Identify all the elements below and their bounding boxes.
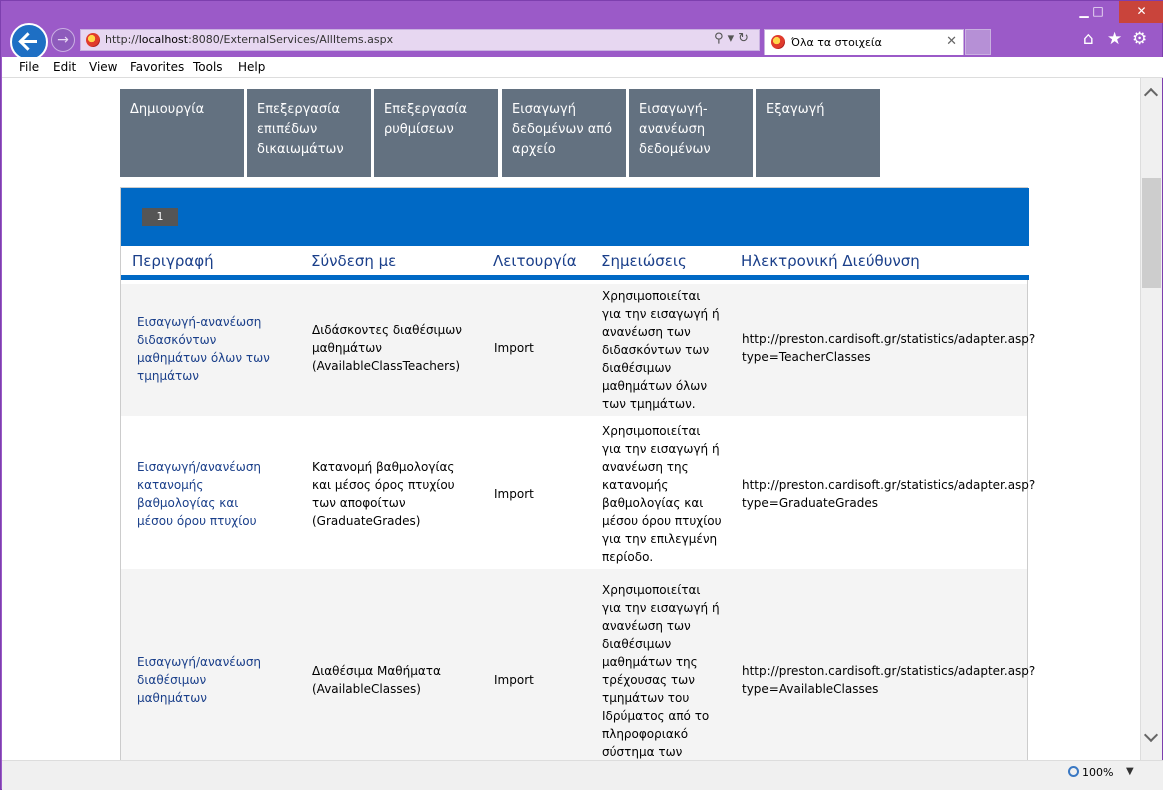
- scroll-thumb[interactable]: [1142, 178, 1161, 288]
- tile-export[interactable]: Εξαγωγή: [756, 89, 880, 177]
- row-description-link[interactable]: Εισαγωγή/ανανέωση διαθέσιμων μαθημάτων: [137, 653, 277, 707]
- menu-edit[interactable]: Edit: [53, 60, 76, 74]
- zoom-level[interactable]: 100%: [1068, 766, 1113, 779]
- vertical-scrollbar[interactable]: [1140, 78, 1162, 760]
- tab-close-icon[interactable]: ✕: [946, 34, 957, 49]
- url-path: :8080/ExternalServices/AllItems.aspx: [188, 33, 394, 46]
- row-description-link[interactable]: Εισαγωγή/ανανέωση κατανομής βαθμολογίας …: [137, 458, 277, 530]
- row-operation: Import: [494, 341, 534, 355]
- tile-create[interactable]: Δημιουργία: [120, 89, 244, 177]
- maximize-icon[interactable]: □: [1087, 1, 1109, 23]
- table-row: Εισαγωγή/ανανέωση διαθέσιμων μαθημάτων Δ…: [121, 569, 1036, 760]
- row-link: Διδάσκοντες διαθέσιμων μαθημάτων (Availa…: [312, 323, 463, 373]
- pager-bar: 1: [121, 188, 1029, 246]
- scroll-down-icon[interactable]: [1143, 727, 1159, 743]
- gear-icon[interactable]: ⚙: [1132, 29, 1147, 49]
- col-link[interactable]: Σύνδεση με: [311, 252, 396, 270]
- search-icon[interactable]: ⚲: [714, 31, 728, 46]
- row-operation: Import: [494, 673, 534, 687]
- tile-import-file[interactable]: Εισαγωγή δεδομένων από αρχείο: [502, 89, 626, 177]
- address-url[interactable]: http://localhost:8080/ExternalServices/A…: [105, 33, 393, 46]
- new-tab-button[interactable]: [965, 29, 991, 55]
- scroll-up-icon[interactable]: [1143, 87, 1159, 103]
- col-notes[interactable]: Σημειώσεις: [601, 252, 687, 270]
- zoom-value: 100%: [1082, 766, 1114, 779]
- site-favicon-icon: [86, 33, 100, 47]
- col-operation[interactable]: Λειτουργία: [493, 252, 577, 270]
- row-address: http://preston.cardisoft.gr/statistics/a…: [742, 332, 1036, 364]
- row-address: http://preston.cardisoft.gr/statistics/a…: [742, 664, 1036, 696]
- row-description-link[interactable]: Εισαγωγή-ανανέωση διδασκόντων μαθημάτων …: [137, 313, 277, 385]
- menu-file[interactable]: File: [19, 60, 39, 74]
- tab-favicon-icon: [771, 35, 785, 49]
- page-number-button[interactable]: 1: [142, 208, 178, 226]
- items-panel: 1 Περιγραφή Σύνδεση με Λειτουργία Σημειώ…: [120, 187, 1036, 760]
- menu-help[interactable]: Help: [238, 60, 265, 74]
- menu-tools[interactable]: Tools: [193, 60, 223, 74]
- home-icon[interactable]: ⌂: [1083, 29, 1094, 49]
- row-notes: Χρησιμοποιείται για την εισαγωγή ή ανανέ…: [602, 289, 720, 411]
- tile-edit-permissions[interactable]: Επεξεργασία επιπέδων δικαιωμάτων: [247, 89, 371, 177]
- browser-window: ▁ □ ✕ → http://localhost:8080/ExternalSe…: [0, 0, 1163, 790]
- zoom-dropdown-icon[interactable]: ▼: [1126, 766, 1134, 777]
- dropdown-icon[interactable]: ▾: [728, 31, 739, 46]
- address-bar[interactable]: http://localhost:8080/ExternalServices/A…: [80, 29, 760, 51]
- menu-favorites[interactable]: Favorites: [130, 60, 184, 74]
- close-icon[interactable]: ✕: [1119, 1, 1163, 23]
- status-bar: 100% ▼: [2, 760, 1163, 790]
- col-description[interactable]: Περιγραφή: [132, 252, 214, 270]
- row-notes: Χρησιμοποιείται για την εισαγωγή ή ανανέ…: [602, 424, 722, 564]
- table-row: Εισαγωγή/ανανέωση κατανομής βαθμολογίας …: [121, 416, 1036, 569]
- tile-import-refresh[interactable]: Εισαγωγή-ανανέωση δεδομένων: [629, 89, 753, 177]
- menu-bar: File Edit View Favorites Tools Help: [2, 57, 1163, 78]
- row-operation: Import: [494, 487, 534, 501]
- tab-title: Όλα τα στοιχεία: [791, 36, 882, 49]
- forward-button[interactable]: →: [51, 28, 75, 52]
- row-link: Κατανομή βαθμολογίας και μέσος όρος πτυχ…: [312, 460, 455, 528]
- url-host: localhost: [138, 33, 189, 46]
- row-link: Διαθέσιμα Μαθήματα (AvailableClasses): [312, 664, 441, 696]
- tile-edit-settings[interactable]: Επεξεργασία ρυθμίσεων: [374, 89, 498, 177]
- table-header: Περιγραφή Σύνδεση με Λειτουργία Σημειώσε…: [121, 246, 1029, 280]
- back-button[interactable]: [10, 23, 48, 61]
- page-viewport: Δημιουργία Επεξεργασία επιπέδων δικαιωμά…: [2, 78, 1140, 760]
- address-tools[interactable]: ⚲▾↻: [714, 31, 753, 46]
- favorites-star-icon[interactable]: ★: [1107, 29, 1122, 49]
- menu-view[interactable]: View: [89, 60, 117, 74]
- table-row: Εισαγωγή-ανανέωση διδασκόντων μαθημάτων …: [121, 284, 1036, 416]
- row-address: http://preston.cardisoft.gr/statistics/a…: [742, 478, 1036, 510]
- tab-active[interactable]: Όλα τα στοιχεία ✕: [764, 29, 964, 55]
- zoom-icon: [1068, 766, 1079, 777]
- row-notes: Χρησιμοποιείται για την εισαγωγή ή ανανέ…: [602, 583, 720, 759]
- refresh-icon[interactable]: ↻: [738, 31, 753, 46]
- url-prefix: http://: [105, 33, 139, 46]
- col-address[interactable]: Ηλεκτρονική Διεύθυνση: [741, 252, 920, 270]
